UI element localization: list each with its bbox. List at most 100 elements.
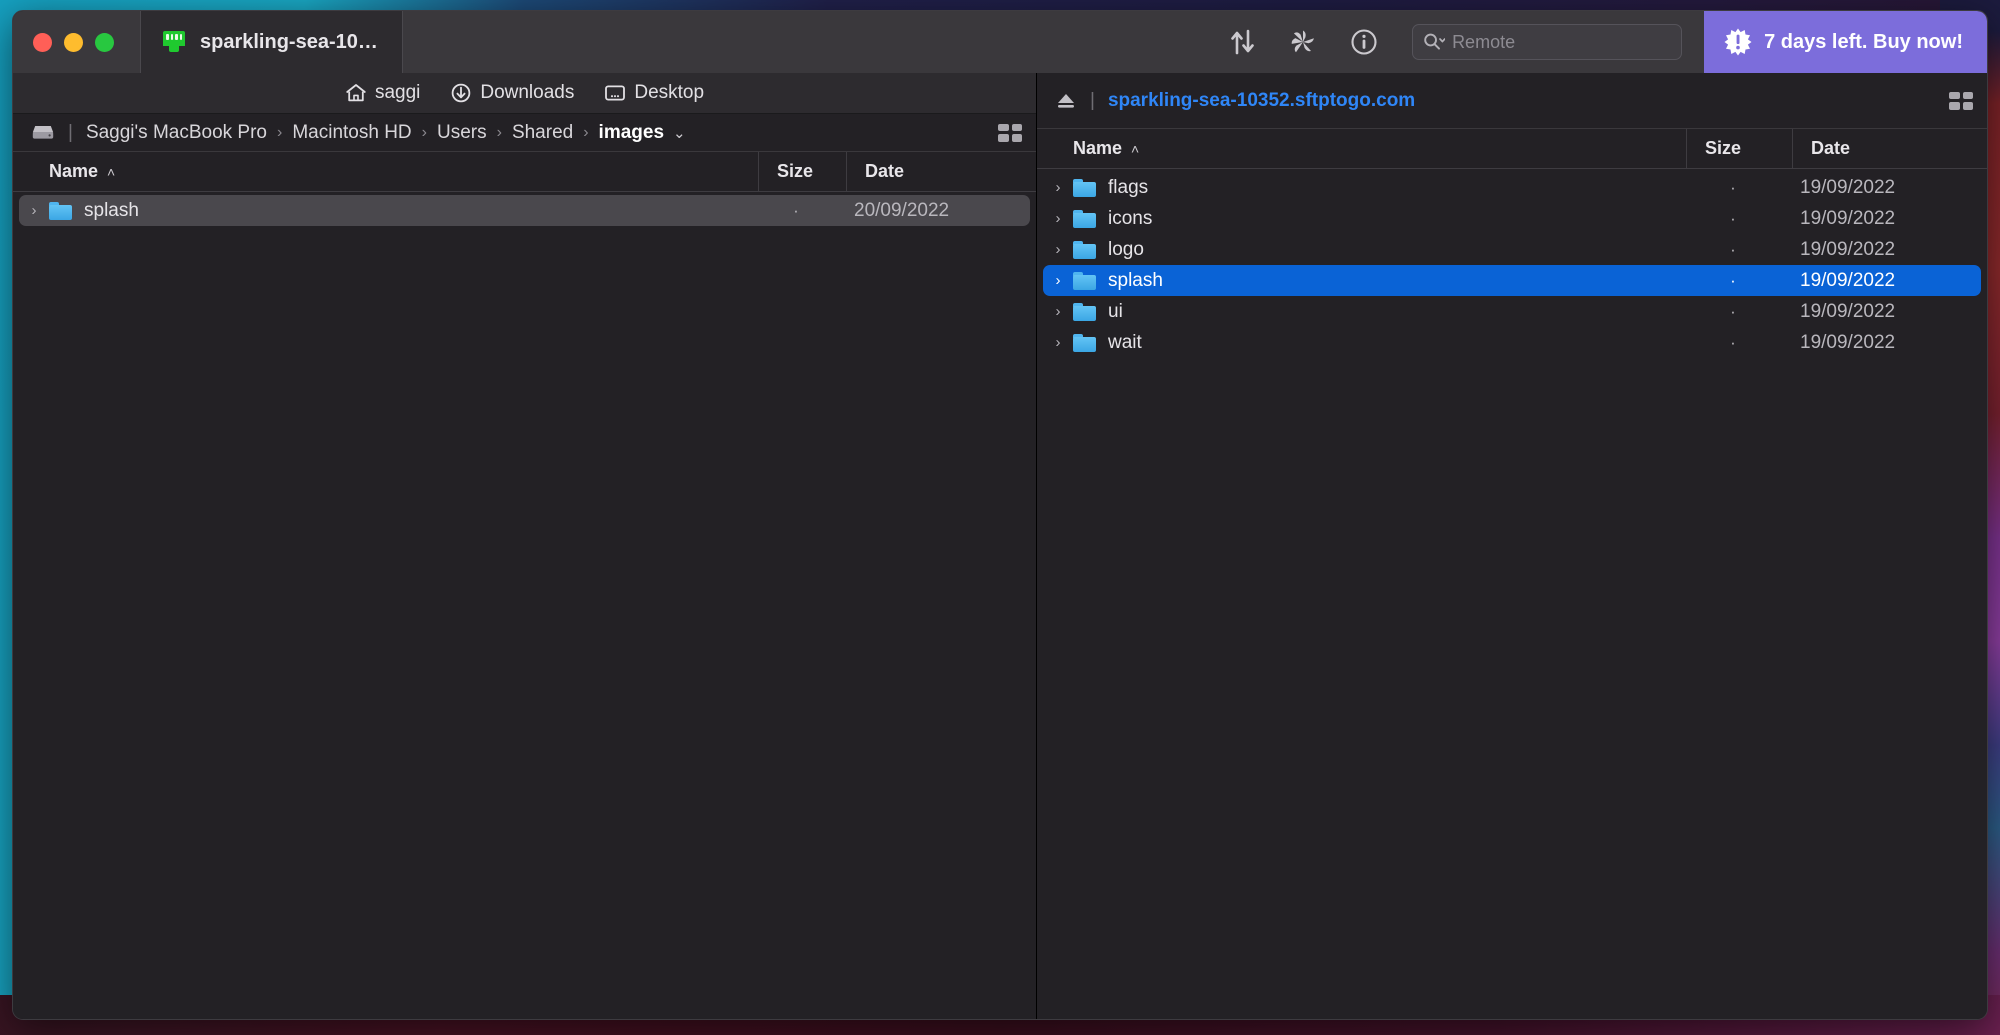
- desktop-icon: [604, 83, 626, 103]
- breadcrumb-divider: |: [68, 121, 73, 143]
- breadcrumb-item-current[interactable]: images: [599, 122, 664, 144]
- folder-icon: [1073, 333, 1096, 352]
- search-field[interactable]: [1412, 24, 1683, 60]
- minimize-button[interactable]: [64, 32, 83, 52]
- table-row[interactable]: › ui · 19/09/2022: [1043, 296, 1981, 327]
- folder-icon: [1073, 240, 1096, 259]
- close-button[interactable]: [33, 32, 52, 52]
- remote-file-list: › flags · 19/09/2022 › icons · 19/09/2022 › logo ·…: [1037, 169, 1987, 1019]
- folder-icon: [1073, 302, 1096, 321]
- folder-icon: [1073, 209, 1096, 228]
- search-input[interactable]: [1452, 31, 1672, 53]
- breadcrumb-separator: ›: [277, 123, 283, 141]
- grid-view-icon[interactable]: [998, 123, 1022, 142]
- file-name: wait: [1108, 331, 1142, 353]
- table-row[interactable]: › wait · 19/09/2022: [1043, 327, 1981, 358]
- remote-host-link[interactable]: sparkling-sea-10352.sftptogo.com: [1108, 90, 1415, 112]
- column-header-name[interactable]: Name ˄: [1037, 129, 1686, 168]
- file-date: 19/09/2022: [1800, 207, 1896, 229]
- toolbar-icon-group: [1230, 24, 1704, 60]
- disclosure-triangle-icon[interactable]: ›: [1043, 179, 1073, 196]
- grid-view-icon[interactable]: [1949, 91, 1973, 110]
- fan-pinwheel-icon[interactable]: [1290, 29, 1316, 55]
- file-date: 19/09/2022: [1800, 176, 1896, 198]
- column-headers: Name ˄ Size Date: [13, 152, 1036, 192]
- file-name: ui: [1108, 300, 1123, 322]
- table-row[interactable]: › splash · 20/09/2022: [19, 195, 1030, 226]
- chevron-down-icon[interactable]: ⌄: [673, 124, 686, 142]
- breadcrumb-item-2[interactable]: Users: [437, 122, 487, 144]
- file-size: ·: [1730, 332, 1736, 352]
- breadcrumb-item-1[interactable]: Macintosh HD: [292, 122, 411, 144]
- column-label: Date: [865, 161, 905, 181]
- column-header-name[interactable]: Name ˄: [13, 152, 758, 191]
- home-icon: [345, 83, 367, 103]
- shortcut-desktop[interactable]: Desktop: [604, 82, 704, 104]
- column-header-size[interactable]: Size: [758, 152, 846, 191]
- search-icon: [1423, 32, 1446, 52]
- remote-pane: | sparkling-sea-10352.sftptogo.com Name …: [1037, 73, 1987, 1019]
- shortcut-downloads[interactable]: Downloads: [450, 82, 574, 104]
- table-row[interactable]: › flags · 19/09/2022: [1043, 172, 1981, 203]
- folder-icon: [1073, 271, 1096, 290]
- file-size: ·: [1730, 208, 1736, 228]
- tab-connection[interactable]: sparkling-sea-10…: [141, 11, 403, 73]
- column-header-size[interactable]: Size: [1686, 129, 1792, 168]
- table-row[interactable]: › logo · 19/09/2022: [1043, 234, 1981, 265]
- breadcrumb-item-0[interactable]: Saggi's MacBook Pro: [86, 122, 267, 144]
- column-header-date[interactable]: Date: [846, 152, 1036, 191]
- disclosure-triangle-icon[interactable]: ›: [1043, 272, 1073, 289]
- transfer-queue-icon[interactable]: [1230, 28, 1256, 56]
- column-label: Name: [49, 161, 99, 181]
- shortcut-label: Desktop: [634, 82, 705, 103]
- file-date: 19/09/2022: [1800, 238, 1896, 260]
- buy-now-badge[interactable]: 7 days left. Buy now!: [1704, 11, 1987, 73]
- app-window: sparkling-sea-10… Remote 7 days left. Bu…: [12, 10, 1988, 1020]
- file-size: ·: [793, 200, 799, 220]
- file-date: 19/09/2022: [1800, 269, 1896, 291]
- breadcrumb-separator: ›: [583, 123, 589, 141]
- title-bar: sparkling-sea-10… Remote 7 days left. Bu…: [13, 11, 1987, 73]
- zoom-button[interactable]: [95, 32, 114, 52]
- shortcut-label: saggi: [374, 82, 421, 103]
- breadcrumb-item-3[interactable]: Shared: [512, 122, 573, 144]
- file-name: splash: [1108, 269, 1163, 291]
- eject-icon[interactable]: [1055, 91, 1077, 110]
- local-pane: saggi Downloads Desktop | Saggi's MacBoo…: [13, 73, 1037, 1019]
- table-row[interactable]: › splash · 19/09/2022: [1043, 265, 1981, 296]
- disclosure-triangle-icon[interactable]: ›: [1043, 334, 1073, 351]
- breadcrumb-separator: ›: [496, 123, 502, 141]
- panes-container: saggi Downloads Desktop | Saggi's MacBoo…: [13, 73, 1987, 1019]
- column-header-date[interactable]: Date: [1792, 129, 1987, 168]
- file-date: 20/09/2022: [854, 199, 950, 221]
- breadcrumb: | Saggi's MacBook Pro › Macintosh HD › U…: [13, 114, 1036, 152]
- file-name: splash: [84, 199, 139, 221]
- local-file-list: › splash · 20/09/2022: [13, 192, 1036, 1019]
- folder-icon: [49, 201, 72, 220]
- disclosure-triangle-icon[interactable]: ›: [1043, 303, 1073, 320]
- column-headers: Name ˄ Size Date: [1037, 129, 1987, 169]
- info-circle-icon[interactable]: [1350, 28, 1378, 56]
- disclosure-triangle-icon[interactable]: ›: [1043, 241, 1073, 258]
- column-label: Name: [1073, 138, 1123, 158]
- shortcut-saggi[interactable]: saggi: [345, 82, 420, 104]
- disclosure-triangle-icon[interactable]: ›: [19, 202, 49, 219]
- column-label: Size: [1705, 138, 1742, 158]
- file-name: icons: [1108, 207, 1153, 229]
- file-date: 19/09/2022: [1800, 300, 1896, 322]
- file-size: ·: [1730, 177, 1736, 197]
- sort-ascending-icon: ˄: [107, 163, 116, 180]
- file-name: flags: [1108, 176, 1149, 198]
- window-controls: [13, 11, 141, 73]
- table-row[interactable]: › icons · 19/09/2022: [1043, 203, 1981, 234]
- hard-drive-icon: [31, 123, 55, 142]
- remote-host-bar: | sparkling-sea-10352.sftptogo.com: [1037, 73, 1987, 129]
- host-divider: |: [1090, 89, 1095, 111]
- column-label: Size: [777, 161, 814, 181]
- sort-ascending-icon: ˄: [1131, 140, 1140, 157]
- file-size: ·: [1730, 270, 1736, 290]
- shortcut-label: Downloads: [480, 82, 575, 103]
- download-icon: [450, 83, 472, 103]
- file-name: logo: [1108, 238, 1144, 260]
- disclosure-triangle-icon[interactable]: ›: [1043, 210, 1073, 227]
